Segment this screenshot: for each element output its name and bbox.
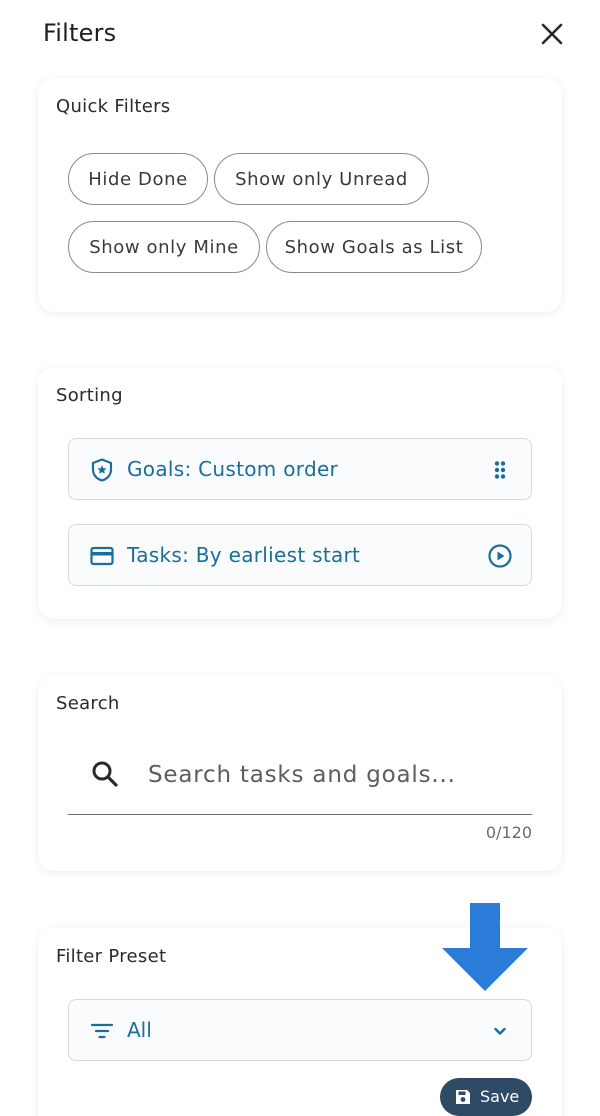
search-card: Search 0/120 <box>38 675 562 871</box>
quick-filters-title: Quick Filters <box>56 96 171 117</box>
header: Filters <box>0 0 600 70</box>
drag-handle-icon[interactable] <box>487 457 513 483</box>
close-icon <box>541 23 563 45</box>
save-icon <box>456 1090 470 1104</box>
search-input[interactable] <box>148 755 518 795</box>
filters-screen: Filters Quick Filters Hide Done Show onl… <box>0 0 600 1116</box>
sort-goals-row[interactable]: Goals: Custom order <box>68 438 532 500</box>
card-icon <box>90 546 114 566</box>
filter-list-icon <box>90 1023 114 1039</box>
play-circle-icon[interactable] <box>487 543 513 569</box>
close-button[interactable] <box>536 18 568 50</box>
quick-filters-card: Quick Filters Hide Done Show only Unread… <box>38 78 562 312</box>
search-field <box>68 735 532 815</box>
shield-star-icon <box>91 458 113 482</box>
search-char-counter: 0/120 <box>485 823 532 842</box>
filter-preset-select[interactable]: All <box>68 999 532 1061</box>
chevron-down-icon <box>494 1027 506 1035</box>
filter-preset-title: Filter Preset <box>56 946 167 967</box>
save-label: Save <box>480 1087 520 1106</box>
sort-tasks-row[interactable]: Tasks: By earliest start <box>68 524 532 586</box>
search-title: Search <box>56 693 120 714</box>
chip-show-only-unread[interactable]: Show only Unread <box>214 153 429 205</box>
sort-goals-label: Goals: Custom order <box>127 457 339 481</box>
sort-tasks-label: Tasks: By earliest start <box>127 543 361 567</box>
save-preset-button[interactable]: Save <box>440 1078 532 1116</box>
sorting-card: Sorting Goals: Custom order Tasks: By ea… <box>38 367 562 619</box>
filter-preset-value: All <box>127 1018 152 1042</box>
search-icon <box>92 761 118 787</box>
chip-show-goals-as-list[interactable]: Show Goals as List <box>266 221 482 273</box>
chip-show-only-mine[interactable]: Show only Mine <box>68 221 260 273</box>
page-title: Filters <box>43 19 117 47</box>
arrow-down-icon <box>442 903 528 991</box>
sorting-title: Sorting <box>56 385 123 406</box>
chip-hide-done[interactable]: Hide Done <box>68 153 208 205</box>
